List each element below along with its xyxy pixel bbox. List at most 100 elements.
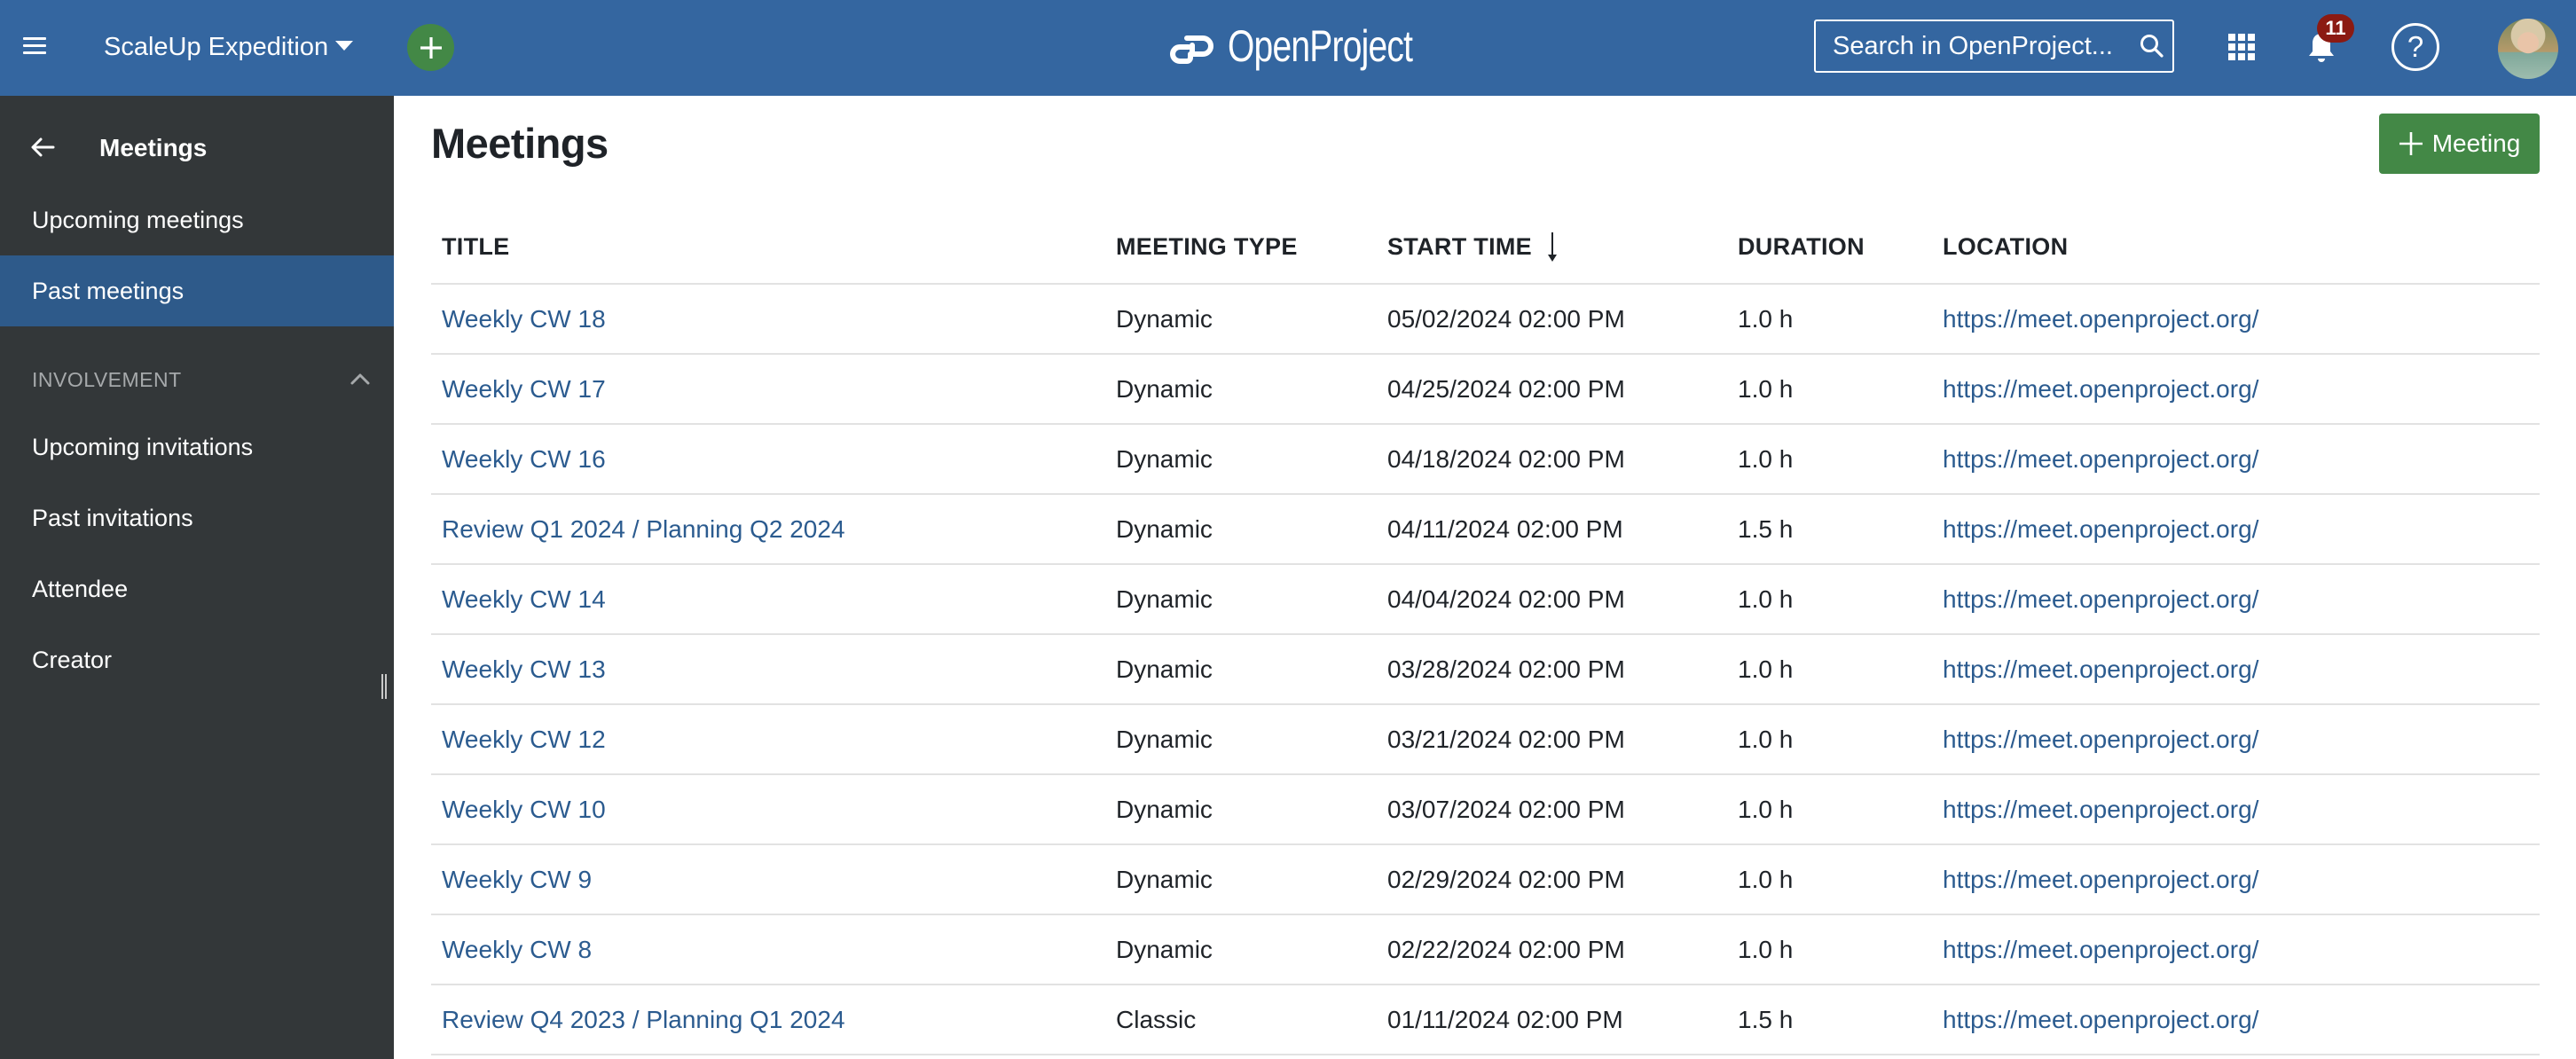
meeting-title-link[interactable]: Weekly CW 12 bbox=[442, 726, 606, 754]
sidebar-item-attendee[interactable]: Attendee bbox=[0, 553, 394, 624]
sort-descending-icon bbox=[1547, 231, 1557, 262]
meeting-location-link[interactable]: https://meet.openproject.org/ bbox=[1943, 305, 2258, 333]
modules-grid-icon[interactable] bbox=[2228, 34, 2255, 60]
caret-down-icon bbox=[335, 40, 354, 51]
meeting-duration: 1.0 h bbox=[1738, 795, 1794, 823]
page-title: Meetings bbox=[431, 120, 609, 167]
sidebar-header: Meetings bbox=[0, 121, 394, 176]
meeting-duration: 1.0 h bbox=[1738, 374, 1794, 403]
meeting-title-link[interactable]: Review Q1 2024 / Planning Q2 2024 bbox=[442, 515, 845, 544]
chevron-up-icon[interactable] bbox=[349, 370, 371, 388]
meeting-start-time: 01/11/2024 02:00 PM bbox=[1387, 1005, 1623, 1033]
meeting-duration: 1.0 h bbox=[1738, 655, 1794, 683]
meeting-start-time: 02/22/2024 02:00 PM bbox=[1387, 935, 1625, 963]
table-row: Weekly CW 13 Dynamic 03/28/2024 02:00 PM… bbox=[431, 635, 2540, 705]
sidebar-resize-handle[interactable] bbox=[381, 674, 389, 701]
meeting-title-link[interactable]: Weekly CW 17 bbox=[442, 375, 606, 404]
meeting-duration: 1.0 h bbox=[1738, 584, 1794, 613]
meeting-start-time: 02/29/2024 02:00 PM bbox=[1387, 865, 1625, 893]
global-search-input[interactable]: Search in OpenProject... bbox=[1814, 20, 2174, 73]
meeting-title-link[interactable]: Weekly CW 10 bbox=[442, 796, 606, 824]
table-row: Weekly CW 14 Dynamic 04/04/2024 02:00 PM… bbox=[431, 565, 2540, 635]
column-header-start-time[interactable]: START TIME bbox=[1387, 209, 1559, 285]
meeting-start-time: 04/11/2024 02:00 PM bbox=[1387, 514, 1623, 543]
sidebar-item-past-invitations[interactable]: Past invitations bbox=[0, 482, 394, 553]
sidebar-section-involvement: INVOLVEMENT bbox=[0, 353, 394, 406]
table-row: Weekly CW 17 Dynamic 04/25/2024 02:00 PM… bbox=[431, 355, 2540, 425]
meeting-type: Dynamic bbox=[1116, 865, 1213, 893]
meeting-location-link[interactable]: https://meet.openproject.org/ bbox=[1943, 445, 2258, 474]
back-arrow-icon[interactable] bbox=[30, 137, 55, 158]
meeting-start-time: 04/04/2024 02:00 PM bbox=[1387, 584, 1625, 613]
help-icon[interactable]: ? bbox=[2391, 23, 2439, 71]
sidebar-title: Meetings bbox=[99, 134, 208, 161]
table-row: Weekly CW 9 Dynamic 02/29/2024 02:00 PM … bbox=[431, 845, 2540, 915]
table-row: Weekly CW 16 Dynamic 04/18/2024 02:00 PM… bbox=[431, 425, 2540, 495]
meeting-type: Dynamic bbox=[1116, 584, 1213, 613]
meeting-location-link[interactable]: https://meet.openproject.org/ bbox=[1943, 585, 2258, 614]
meetings-table: TITLE MEETING TYPE START TIME DURATION L… bbox=[431, 209, 2540, 1055]
meeting-start-time: 04/25/2024 02:00 PM bbox=[1387, 374, 1625, 403]
meeting-location-link[interactable]: https://meet.openproject.org/ bbox=[1943, 655, 2258, 684]
meeting-location-link[interactable]: https://meet.openproject.org/ bbox=[1943, 515, 2258, 544]
sidebar: Meetings Upcoming meetings Past meetings… bbox=[0, 96, 394, 1059]
search-placeholder: Search in OpenProject... bbox=[1833, 31, 2113, 60]
sidebar-item-creator[interactable]: Creator bbox=[0, 624, 394, 695]
project-selector[interactable]: ScaleUp Expedition bbox=[104, 27, 354, 67]
meeting-duration: 1.0 h bbox=[1738, 725, 1794, 753]
meeting-location-link[interactable]: https://meet.openproject.org/ bbox=[1943, 375, 2258, 404]
hamburger-menu-icon[interactable] bbox=[23, 37, 46, 57]
meeting-title-link[interactable]: Weekly CW 8 bbox=[442, 936, 592, 964]
meeting-location-link[interactable]: https://meet.openproject.org/ bbox=[1943, 796, 2258, 824]
notification-count-badge: 11 bbox=[2317, 14, 2354, 43]
table-body: Weekly CW 18 Dynamic 05/02/2024 02:00 PM… bbox=[431, 285, 2540, 1055]
plus-icon bbox=[2399, 132, 2423, 155]
meeting-title-link[interactable]: Review Q4 2023 / Planning Q1 2024 bbox=[442, 1006, 845, 1034]
table-row: Weekly CW 8 Dynamic 02/22/2024 02:00 PM … bbox=[431, 915, 2540, 985]
meeting-duration: 1.0 h bbox=[1738, 865, 1794, 893]
sidebar-item-upcoming-invitations[interactable]: Upcoming invitations bbox=[0, 412, 394, 482]
sidebar-item-past-meetings[interactable]: Past meetings bbox=[0, 255, 394, 326]
logo-text: OpenProject bbox=[1228, 21, 1413, 71]
column-header-duration[interactable]: DURATION bbox=[1738, 209, 1865, 285]
meeting-duration: 1.5 h bbox=[1738, 1005, 1794, 1033]
meeting-type: Dynamic bbox=[1116, 304, 1213, 333]
meeting-title-link[interactable]: Weekly CW 13 bbox=[442, 655, 606, 684]
meeting-start-time: 05/02/2024 02:00 PM bbox=[1387, 304, 1625, 333]
meeting-start-time: 04/18/2024 02:00 PM bbox=[1387, 444, 1625, 473]
quick-create-button[interactable] bbox=[407, 24, 454, 71]
meeting-duration: 1.0 h bbox=[1738, 304, 1794, 333]
user-avatar[interactable] bbox=[2498, 19, 2558, 79]
openproject-logo[interactable]: OpenProject bbox=[1169, 20, 1465, 73]
meeting-type: Dynamic bbox=[1116, 655, 1213, 683]
meeting-duration: 1.0 h bbox=[1738, 444, 1794, 473]
meeting-title-link[interactable]: Weekly CW 16 bbox=[442, 445, 606, 474]
logo-mark-icon bbox=[1170, 35, 1213, 64]
meeting-start-time: 03/21/2024 02:00 PM bbox=[1387, 725, 1625, 753]
column-header-meeting-type[interactable]: MEETING TYPE bbox=[1116, 209, 1298, 285]
add-meeting-button[interactable]: Meeting bbox=[2379, 114, 2540, 174]
meeting-start-time: 03/28/2024 02:00 PM bbox=[1387, 655, 1625, 683]
column-header-location[interactable]: LOCATION bbox=[1943, 209, 2068, 285]
meeting-type: Dynamic bbox=[1116, 514, 1213, 543]
meeting-type: Classic bbox=[1116, 1005, 1197, 1033]
meeting-title-link[interactable]: Weekly CW 9 bbox=[442, 866, 592, 894]
table-row: Weekly CW 10 Dynamic 03/07/2024 02:00 PM… bbox=[431, 775, 2540, 845]
meeting-location-link[interactable]: https://meet.openproject.org/ bbox=[1943, 726, 2258, 754]
table-row: Weekly CW 12 Dynamic 03/21/2024 02:00 PM… bbox=[431, 705, 2540, 775]
meeting-type: Dynamic bbox=[1116, 935, 1213, 963]
table-header: TITLE MEETING TYPE START TIME DURATION L… bbox=[431, 209, 2540, 285]
meeting-title-link[interactable]: Weekly CW 18 bbox=[442, 305, 606, 333]
search-icon[interactable] bbox=[2132, 33, 2172, 59]
meeting-location-link[interactable]: https://meet.openproject.org/ bbox=[1943, 1006, 2258, 1034]
meeting-start-time: 03/07/2024 02:00 PM bbox=[1387, 795, 1625, 823]
top-header: ScaleUp Expedition OpenProject Search in… bbox=[0, 0, 2576, 96]
column-header-title[interactable]: TITLE bbox=[442, 209, 510, 285]
meeting-title-link[interactable]: Weekly CW 14 bbox=[442, 585, 606, 614]
meeting-location-link[interactable]: https://meet.openproject.org/ bbox=[1943, 866, 2258, 894]
meeting-type: Dynamic bbox=[1116, 374, 1213, 403]
plus-icon bbox=[420, 36, 442, 59]
meeting-type: Dynamic bbox=[1116, 444, 1213, 473]
meeting-location-link[interactable]: https://meet.openproject.org/ bbox=[1943, 936, 2258, 964]
sidebar-item-upcoming-meetings[interactable]: Upcoming meetings bbox=[0, 184, 394, 255]
